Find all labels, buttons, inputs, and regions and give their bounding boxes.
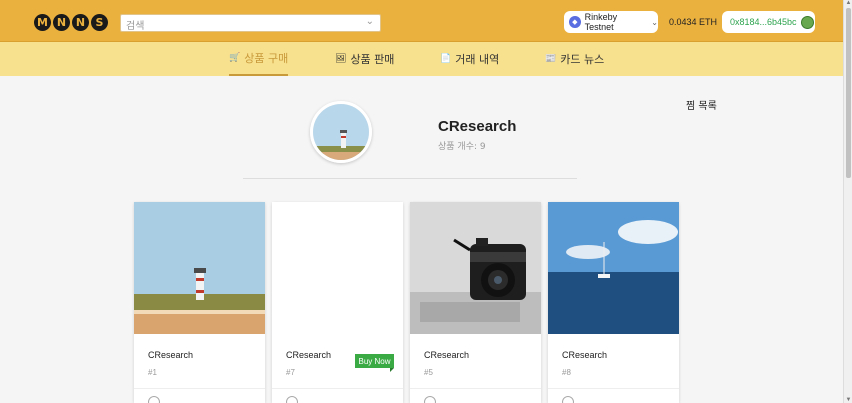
camera-image-icon bbox=[410, 202, 541, 334]
network-selector[interactable]: ◆ Rinkeby Testnet ⌄ bbox=[564, 11, 658, 33]
document-icon: 📄 bbox=[440, 54, 452, 64]
network-label: Rinkeby Testnet bbox=[584, 12, 618, 32]
product-image[interactable] bbox=[272, 202, 403, 334]
logo-letter-3: N bbox=[72, 14, 89, 31]
product-image[interactable] bbox=[134, 202, 265, 334]
main-nav: 🛒 상품 구매 🖼 상품 판매 📄 거래 내역 📰 카드 뉴스 bbox=[0, 42, 843, 76]
wallet-address: 0x8184...6b45bc bbox=[730, 17, 797, 27]
profile-avatar bbox=[310, 101, 372, 163]
product-image[interactable] bbox=[410, 202, 541, 334]
ethereum-icon: ◆ bbox=[569, 16, 581, 28]
app-logo[interactable]: M N N S bbox=[34, 14, 108, 31]
tab-label: 거래 내역 bbox=[455, 53, 500, 66]
cart-icon: 🛒 bbox=[229, 53, 241, 63]
scroll-down-arrow-icon[interactable]: ▼ bbox=[845, 397, 852, 403]
wallet-address-button[interactable]: 0x8184...6b45bc bbox=[722, 11, 815, 33]
item-count: 상품 개수: 9 bbox=[438, 142, 486, 152]
eth-balance: 0.0434 ETH bbox=[669, 17, 718, 27]
owner-avatar-icon bbox=[148, 396, 160, 403]
card-id: #7 bbox=[286, 368, 295, 377]
product-card[interactable]: CResearch #8 bbox=[548, 202, 679, 403]
newspaper-icon: 📰 bbox=[545, 54, 557, 64]
card-id: #1 bbox=[148, 368, 157, 377]
card-divider bbox=[410, 388, 541, 389]
card-title: CResearch bbox=[562, 350, 608, 360]
card-title: CResearch bbox=[286, 350, 332, 360]
scroll-up-arrow-icon[interactable]: ▲ bbox=[845, 0, 852, 6]
wishlist-link[interactable]: 찜 목록 bbox=[686, 97, 717, 112]
lighthouse-image-icon bbox=[134, 202, 265, 334]
tab-label: 상품 구매 bbox=[244, 52, 289, 65]
lighthouse-thumbnail-icon bbox=[313, 104, 369, 160]
scroll-thumb[interactable] bbox=[846, 8, 851, 178]
logo-letter-4: S bbox=[91, 14, 108, 31]
owner-avatar-icon bbox=[562, 396, 574, 403]
product-card[interactable]: CResearch #7 Buy Now bbox=[272, 202, 403, 403]
card-title: CResearch bbox=[148, 350, 194, 360]
logo-letter-2: N bbox=[53, 14, 70, 31]
card-id: #8 bbox=[562, 368, 571, 377]
tab-card-news[interactable]: 📰 카드 뉴스 bbox=[545, 42, 604, 76]
card-divider bbox=[272, 388, 403, 389]
wallet-avatar-icon bbox=[800, 15, 814, 29]
tab-history[interactable]: 📄 거래 내역 bbox=[440, 42, 499, 76]
card-divider bbox=[548, 388, 679, 389]
card-title: CResearch bbox=[424, 350, 470, 360]
tab-buy[interactable]: 🛒 상품 구매 bbox=[229, 42, 289, 76]
top-header: M N N S 검색 ⌄ ◆ Rinkeby Testnet ⌄ 0.0434 … bbox=[0, 0, 843, 42]
search-placeholder: 검색 bbox=[126, 21, 145, 32]
chevron-down-icon[interactable]: ⌄ bbox=[366, 16, 374, 27]
card-id: #5 bbox=[424, 368, 433, 377]
divider bbox=[243, 178, 577, 179]
tab-label: 카드 뉴스 bbox=[560, 53, 605, 66]
owner-avatar-icon bbox=[424, 396, 436, 403]
card-divider bbox=[134, 388, 265, 389]
logo-letter-1: M bbox=[34, 14, 51, 31]
profile-name: CResearch bbox=[438, 118, 517, 135]
product-card[interactable]: CResearch #5 bbox=[410, 202, 541, 403]
product-image[interactable] bbox=[548, 202, 679, 334]
picture-icon: 🖼 bbox=[335, 54, 347, 64]
sailboat-image-icon bbox=[548, 202, 679, 334]
owner-avatar-icon bbox=[286, 396, 298, 403]
tab-label: 상품 판매 bbox=[350, 53, 395, 66]
chevron-down-icon: ⌄ bbox=[651, 17, 658, 27]
tab-sell[interactable]: 🖼 상품 판매 bbox=[335, 42, 394, 76]
product-card[interactable]: CResearch #1 bbox=[134, 202, 265, 403]
buy-now-badge[interactable]: Buy Now bbox=[355, 354, 394, 372]
search-input[interactable]: 검색 ⌄ bbox=[120, 14, 381, 32]
page-scrollbar[interactable]: ▲ ▼ bbox=[843, 0, 852, 403]
